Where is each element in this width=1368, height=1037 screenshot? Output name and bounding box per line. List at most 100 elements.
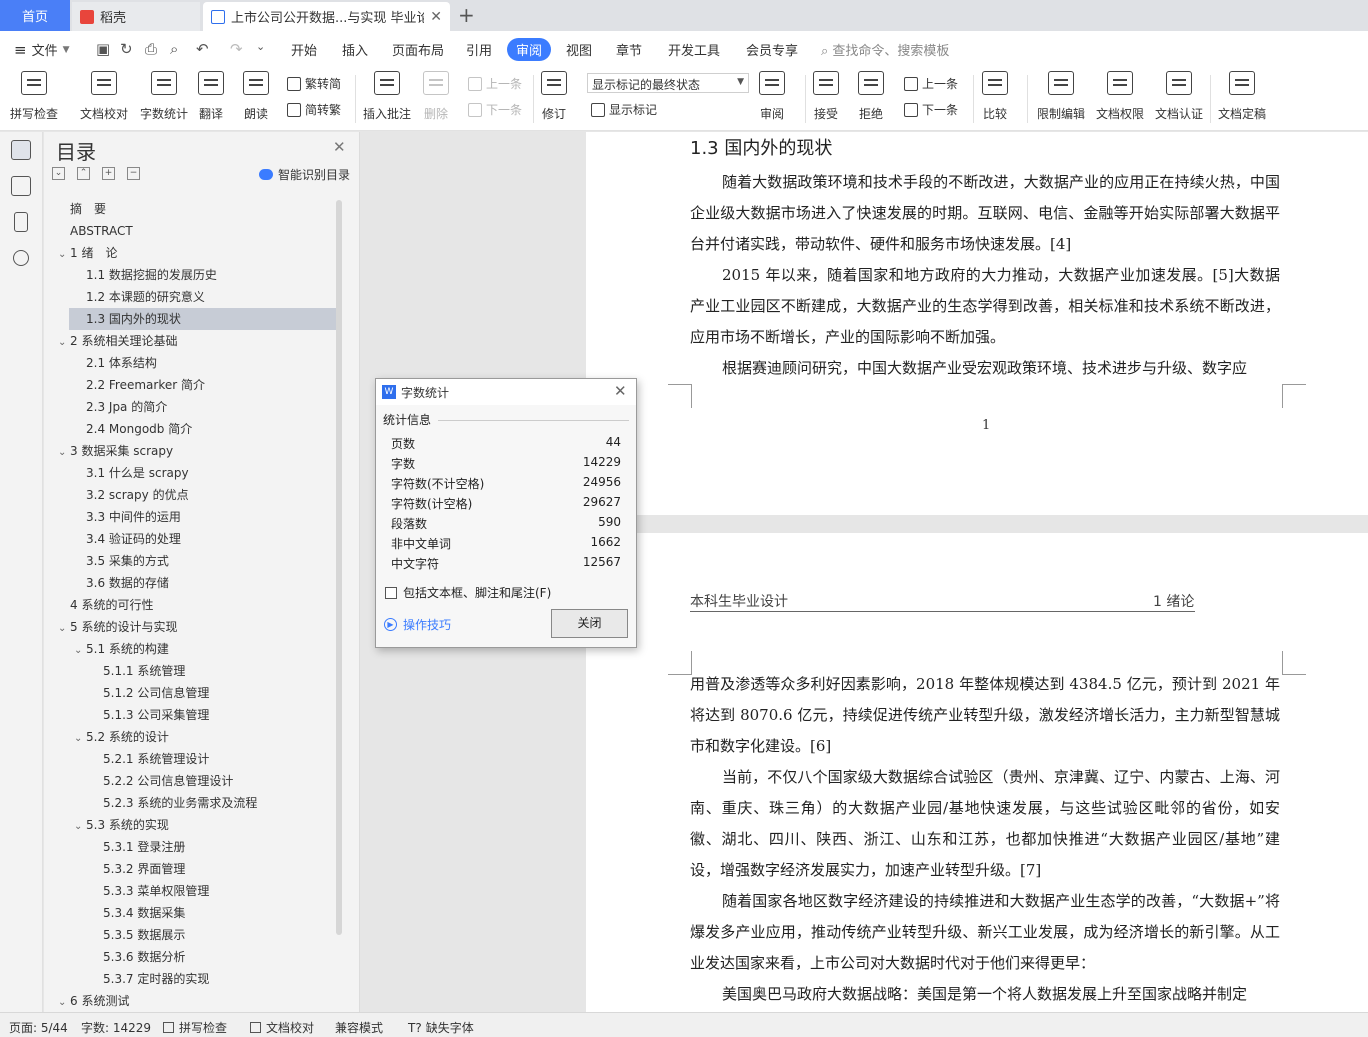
toc-item[interactable]: 5.2.1 系统管理设计 — [91, 748, 336, 770]
toc-item[interactable]: 5.3.3 菜单权限管理 — [91, 880, 336, 902]
toc-item[interactable]: 1.1 数据挖掘的发展历史 — [74, 264, 336, 286]
chapter-nav-icon[interactable] — [11, 176, 31, 196]
read-aloud-button[interactable]: 朗读 — [243, 71, 269, 122]
toc-item[interactable]: 5.1.2 公司信息管理 — [91, 682, 336, 704]
close-icon[interactable]: ✕ — [430, 9, 442, 25]
restrict-edit-button[interactable]: 限制编辑 — [1037, 71, 1085, 122]
track-changes-button[interactable]: 修订 — [541, 71, 567, 122]
doc-finalize-button[interactable]: 文档定稿 — [1218, 71, 1266, 122]
save-icon[interactable]: ▣ — [96, 40, 110, 58]
page-indicator[interactable]: 页面: 5/44 — [9, 1019, 68, 1036]
toc-item[interactable]: 5.1.3 公司采集管理 — [91, 704, 336, 726]
bookmark-icon[interactable] — [14, 212, 28, 232]
more-icon[interactable]: ⌄ — [256, 40, 265, 53]
close-icon[interactable]: ✕ — [614, 382, 627, 400]
tips-link[interactable]: ▶ 操作技巧 — [384, 616, 451, 633]
simplified-to-traditional-button[interactable]: 简转繁 — [287, 101, 341, 118]
chevron-down-icon[interactable]: ⌄ — [58, 244, 70, 266]
close-icon[interactable]: ✕ — [333, 138, 346, 156]
reject-button[interactable]: 拒绝 — [858, 71, 884, 122]
delete-comment-button[interactable]: 删除 — [423, 71, 449, 122]
doc-proof-toggle[interactable]: 文档校对 — [250, 1019, 314, 1036]
toc-item[interactable]: 2.1 体系结构 — [74, 352, 336, 374]
toc-item[interactable]: ⌄ 5.2 系统的设计 — [74, 726, 336, 748]
smart-toc-button[interactable]: 智能识别目录 — [259, 166, 350, 183]
toc-item[interactable]: 2.3 Jpa 的简介 — [74, 396, 336, 418]
document-page[interactable]: 1.3 国内外的现状 随着大数据政策环境和技术手段的不断改进，大数据产业的应用正… — [586, 132, 1368, 515]
include-textbox-checkbox[interactable]: 包括文本框、脚注和尾注(F) — [385, 584, 551, 601]
menu-tab-home[interactable]: 开始 — [291, 40, 317, 59]
toc-item[interactable]: 2.4 Mongodb 简介 — [74, 418, 336, 440]
toc-item[interactable]: 1.2 本课题的研究意义 — [74, 286, 336, 308]
chevron-down-icon[interactable]: ⌄ — [74, 728, 86, 750]
toc-item[interactable]: ⌄ 1 绪 论 — [58, 242, 336, 264]
toc-item[interactable]: 3.2 scrapy 的优点 — [74, 484, 336, 506]
tab-docer[interactable]: 稻壳 — [72, 2, 200, 31]
file-menu[interactable]: ≡ 文件 ▼ — [14, 40, 70, 60]
chevron-down-icon[interactable]: ⌄ — [74, 640, 86, 662]
chevron-down-icon[interactable]: ⌄ — [58, 618, 70, 640]
traditional-to-simplified-button[interactable]: 繁转简 — [287, 75, 341, 92]
command-search[interactable]: ⌕ 查找命令、搜索模板 — [821, 40, 949, 59]
menu-tab-references[interactable]: 引用 — [466, 40, 492, 59]
doc-permission-button[interactable]: 文档权限 — [1096, 71, 1144, 122]
toc-scrollbar[interactable] — [336, 200, 342, 935]
missing-font[interactable]: T? 缺失字体 — [408, 1019, 474, 1036]
remove-heading-icon[interactable]: − — [127, 167, 140, 180]
doc-certify-button[interactable]: 文档认证 — [1155, 71, 1203, 122]
insert-comment-button[interactable]: 插入批注 — [363, 71, 411, 122]
menu-tab-layout[interactable]: 页面布局 — [392, 40, 444, 59]
prev-change-button[interactable]: 上一条 — [904, 75, 958, 92]
toc-panel-icon[interactable] — [11, 140, 31, 160]
toc-item[interactable]: 5.3.2 界面管理 — [91, 858, 336, 880]
toc-item[interactable]: 1.3 国内外的现状 — [69, 308, 336, 330]
toc-item[interactable]: 5.2.2 公司信息管理设计 — [91, 770, 336, 792]
show-markup-button[interactable]: 显示标记 — [591, 101, 657, 118]
toc-item[interactable]: 摘 要 — [58, 198, 336, 220]
toc-item[interactable]: 5.1.1 系统管理 — [91, 660, 336, 682]
close-button[interactable]: 关闭 — [551, 609, 628, 638]
toc-item[interactable]: 3.1 什么是 scrapy — [74, 462, 336, 484]
menu-tab-member[interactable]: 会员专享 — [746, 40, 798, 59]
translate-button[interactable]: 翻译 — [198, 71, 224, 122]
add-heading-icon[interactable]: + — [102, 167, 115, 180]
toc-item[interactable]: 4 系统的可行性 — [58, 594, 336, 616]
toc-item[interactable]: 5.3.1 登录注册 — [91, 836, 336, 858]
new-tab-icon[interactable]: + — [458, 3, 475, 27]
doc-proof-button[interactable]: 文档校对 — [80, 71, 128, 122]
spell-check-button[interactable]: 拼写检查 — [10, 71, 58, 122]
redo-icon[interactable]: ↷ — [230, 40, 243, 58]
next-change-button[interactable]: 下一条 — [904, 101, 958, 118]
toc-item[interactable]: 3.5 采集的方式 — [74, 550, 336, 572]
toc-item[interactable]: 3.4 验证码的处理 — [74, 528, 336, 550]
tab-home[interactable]: 首页 — [0, 0, 70, 31]
chevron-down-icon[interactable]: ⌄ — [74, 816, 86, 838]
toc-item[interactable]: 5.2.3 系统的业务需求及流程 — [91, 792, 336, 814]
toc-item[interactable]: 2.2 Freemarker 简介 — [74, 374, 336, 396]
toc-item[interactable]: 3.6 数据的存储 — [74, 572, 336, 594]
undo-icon[interactable]: ↶ — [196, 40, 209, 58]
dialog-titlebar[interactable]: W 字数统计 ✕ — [376, 379, 636, 405]
prev-comment-button[interactable]: 上一条 — [468, 75, 522, 92]
menu-tab-developer[interactable]: 开发工具 — [668, 40, 720, 59]
toc-item[interactable]: ⌄ 3 数据采集 scrapy — [58, 440, 336, 462]
menu-tab-section[interactable]: 章节 — [616, 40, 642, 59]
toc-item[interactable]: 3.3 中间件的运用 — [74, 506, 336, 528]
compat-mode[interactable]: 兼容模式 — [335, 1019, 383, 1036]
word-count-indicator[interactable]: 字数: 14229 — [81, 1019, 151, 1036]
toc-item[interactable]: ⌄ 5.1 系统的构建 — [74, 638, 336, 660]
markup-state-dropdown[interactable]: 显示标记的最终状态 ▼ — [587, 73, 749, 93]
next-comment-button[interactable]: 下一条 — [468, 101, 522, 118]
tab-document[interactable]: 上市公司公开数据...与实现 毕业论文 ✕ — [203, 2, 450, 31]
expand-all-icon[interactable]: ⌄ — [52, 167, 65, 180]
chevron-down-icon[interactable]: ⌄ — [58, 332, 70, 354]
toc-item[interactable]: ABSTRACT — [58, 220, 336, 242]
menu-tab-view[interactable]: 视图 — [566, 40, 592, 59]
export-icon[interactable]: ↻ — [120, 40, 133, 58]
toc-item[interactable]: 5.3.7 定时器的实现 — [91, 968, 336, 990]
toc-item[interactable]: ⌄ 5.3 系统的实现 — [74, 814, 336, 836]
accept-button[interactable]: 接受 — [813, 71, 839, 122]
menu-tab-review[interactable]: 审阅 — [507, 38, 552, 61]
document-page[interactable]: 本科生毕业设计 1 绪论 用普及渗透等众多利好因素影响，2018 年整体规模达到… — [586, 533, 1368, 1012]
toc-item[interactable]: ⌄ 2 系统相关理论基础 — [58, 330, 336, 352]
